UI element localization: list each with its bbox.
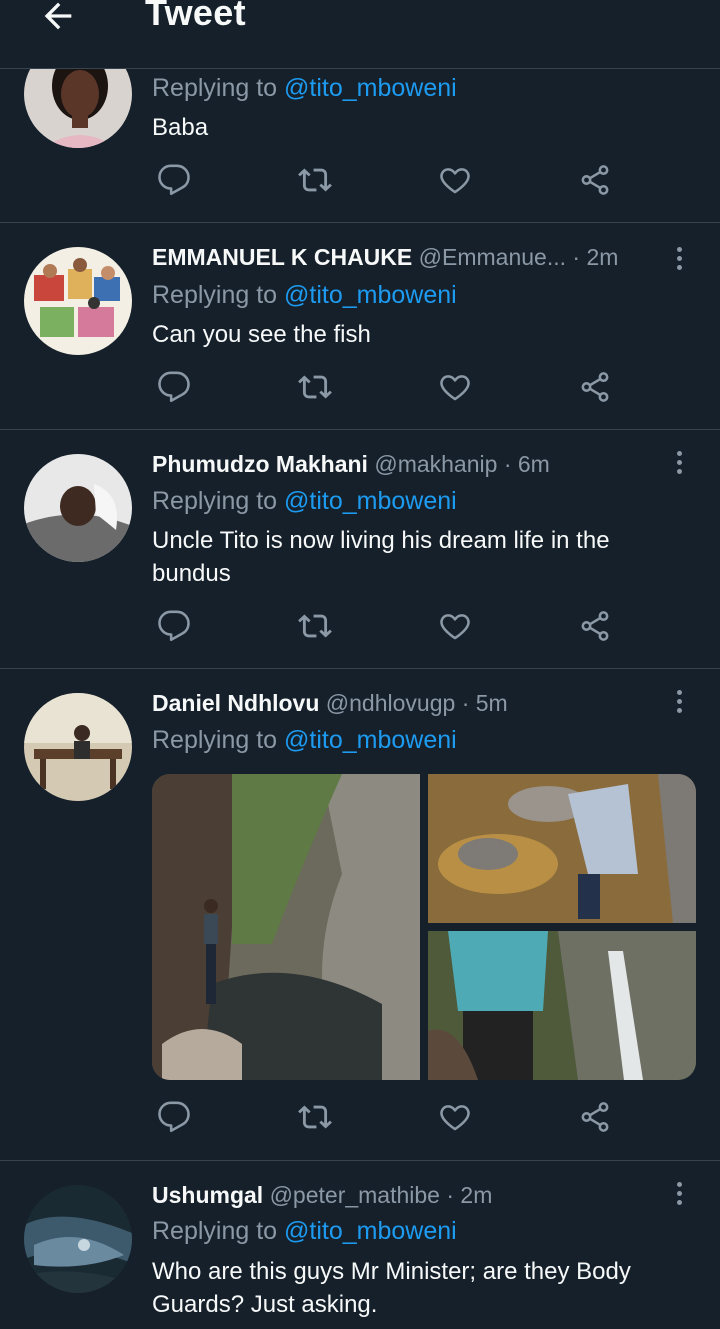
media-grid (152, 774, 696, 1080)
handle[interactable]: @makhanip (374, 451, 497, 477)
share-button[interactable] (573, 367, 617, 411)
retweet-button[interactable] (293, 160, 337, 204)
replying-to: Replying to @tito_mboweni (152, 1217, 457, 1245)
like-icon (438, 370, 472, 409)
retweet-button[interactable] (293, 367, 337, 411)
display-name[interactable]: Daniel Ndhlovu (152, 690, 319, 716)
replying-to: Replying to @tito_mboweni (152, 487, 457, 515)
back-button[interactable] (34, 0, 82, 38)
media-photo[interactable] (152, 774, 420, 1080)
mention-link[interactable]: @tito_mboweni (284, 74, 457, 102)
reply-icon (157, 609, 191, 648)
avatar[interactable] (24, 1185, 132, 1293)
reply-icon (157, 1100, 191, 1139)
avatar[interactable] (24, 247, 132, 355)
handle[interactable]: @Emmanue... (419, 244, 566, 270)
reply-button[interactable] (152, 367, 196, 411)
tweet-actions (152, 606, 622, 650)
replying-to: Replying to @tito_mboweni (152, 281, 457, 309)
reply-icon (157, 163, 191, 202)
tweet-item[interactable]: Ushumgal @peter_mathibe · 2m Replying to… (0, 1160, 720, 1329)
more-options-button[interactable] (664, 447, 694, 477)
tweet-item[interactable]: Phumudzo Makhani @makhanip · 6m Replying… (0, 429, 720, 669)
avatar[interactable] (24, 693, 132, 801)
media-photo[interactable] (428, 931, 696, 1080)
page-title: Tweet (145, 0, 246, 33)
retweet-icon (298, 370, 332, 409)
tweet-text: Who are this guys Mr Minister; are they … (152, 1258, 631, 1318)
tweet-text: Uncle Tito is now living his dream life … (152, 527, 610, 587)
timestamp: 2m (460, 1182, 493, 1208)
retweet-icon (298, 1100, 332, 1139)
like-button[interactable] (433, 160, 477, 204)
retweet-icon (298, 609, 332, 648)
mention-link[interactable]: @tito_mboweni (284, 487, 457, 515)
tweet-item[interactable]: Daniel Ndhlovu @ndhlovugp · 5m Replying … (0, 668, 720, 1161)
display-name[interactable]: EMMANUEL K CHAUKE (152, 244, 412, 270)
reply-button[interactable] (152, 160, 196, 204)
tweet-text: Baba (152, 114, 209, 141)
timestamp: 6m (517, 451, 550, 477)
tweet-header: Ushumgal @peter_mathibe · 2m (152, 1182, 493, 1208)
tweet-header: Daniel Ndhlovu @ndhlovugp · 5m (152, 690, 508, 716)
mention-link[interactable]: @tito_mboweni (284, 1217, 457, 1245)
tweet-actions (152, 160, 622, 204)
more-options-button[interactable] (664, 243, 694, 273)
display-name[interactable]: Phumudzo Makhani (152, 451, 368, 477)
replying-to: Replying to @tito_mboweni (152, 726, 457, 754)
more-options-button[interactable] (664, 686, 694, 716)
tweet-actions (152, 1097, 622, 1141)
like-icon (438, 609, 472, 648)
share-button[interactable] (573, 1097, 617, 1141)
replying-to: Replying to @tito_mboweni (152, 74, 457, 102)
retweet-button[interactable] (293, 606, 337, 650)
like-icon (438, 163, 472, 202)
more-options-button[interactable] (664, 1178, 694, 1208)
media-photo[interactable] (428, 774, 696, 923)
share-button[interactable] (573, 160, 617, 204)
share-button[interactable] (573, 606, 617, 650)
share-icon (578, 1100, 612, 1139)
share-icon (578, 370, 612, 409)
timestamp: 5m (475, 690, 508, 716)
share-icon (578, 163, 612, 202)
tweet-actions (152, 367, 622, 411)
tweet-header: EMMANUEL K CHAUKE @Emmanue... · 2m (152, 244, 619, 270)
like-button[interactable] (433, 367, 477, 411)
reply-button[interactable] (152, 1097, 196, 1141)
timestamp: 2m (586, 244, 619, 270)
display-name[interactable]: Ushumgal (152, 1182, 263, 1208)
handle[interactable]: @ndhlovugp (326, 690, 456, 716)
tweet-item[interactable]: EMMANUEL K CHAUKE @Emmanue... · 2m Reply… (0, 222, 720, 430)
arrow-left-icon (44, 2, 72, 30)
retweet-icon (298, 163, 332, 202)
retweet-button[interactable] (293, 1097, 337, 1141)
mention-link[interactable]: @tito_mboweni (284, 726, 457, 754)
top-bar: Tweet (0, 0, 720, 69)
like-icon (438, 1100, 472, 1139)
like-button[interactable] (433, 606, 477, 650)
like-button[interactable] (433, 1097, 477, 1141)
share-icon (578, 609, 612, 648)
handle[interactable]: @peter_mathibe (270, 1182, 440, 1208)
reply-icon (157, 370, 191, 409)
reply-button[interactable] (152, 606, 196, 650)
mention-link[interactable]: @tito_mboweni (284, 281, 457, 309)
tweet-header: Phumudzo Makhani @makhanip · 6m (152, 451, 550, 477)
tweet-text: Can you see the fish (152, 321, 371, 348)
avatar[interactable] (24, 454, 132, 562)
